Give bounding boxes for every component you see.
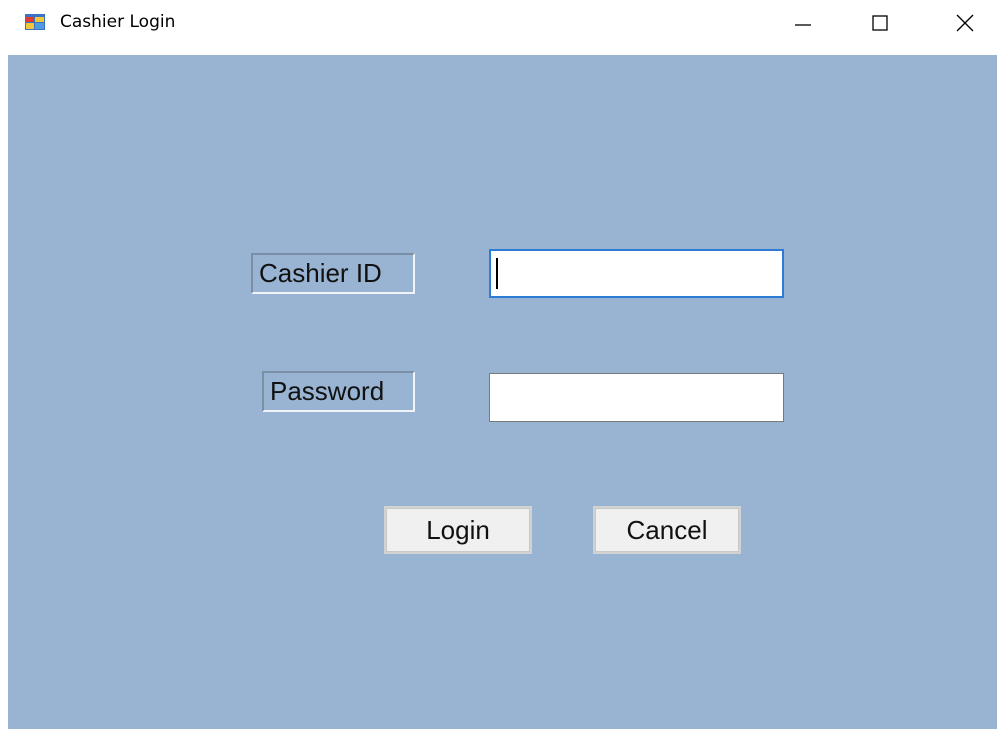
password-label: Password [262, 371, 415, 412]
login-button[interactable]: Login [384, 506, 532, 554]
cashier-login-window: Cashier Login Cashier ID Password Login … [0, 0, 1005, 729]
cashier-id-input[interactable] [489, 249, 784, 298]
window-title: Cashier Login [60, 12, 176, 32]
maximize-icon [872, 15, 888, 31]
cashier-id-label: Cashier ID [251, 253, 415, 294]
close-button[interactable] [942, 0, 988, 46]
minimize-button[interactable] [780, 0, 826, 46]
app-form-icon [25, 14, 45, 30]
password-input[interactable] [489, 373, 784, 422]
minimize-icon [795, 24, 811, 26]
close-icon [956, 14, 974, 32]
form-client-area: Cashier ID Password Login Cancel [8, 55, 997, 729]
maximize-button[interactable] [857, 0, 903, 46]
cancel-button[interactable]: Cancel [593, 506, 741, 554]
text-caret [496, 258, 498, 289]
title-bar[interactable]: Cashier Login [0, 0, 1005, 50]
